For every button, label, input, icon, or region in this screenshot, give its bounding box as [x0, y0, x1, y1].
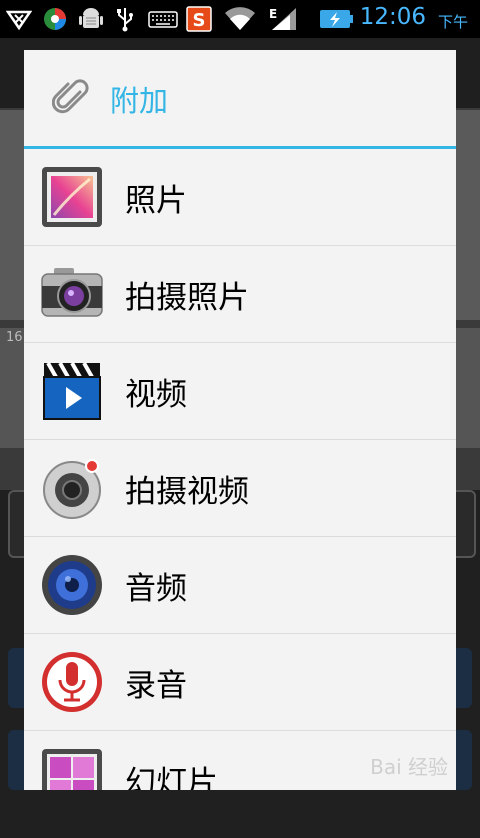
list-item-label: 录音	[125, 668, 187, 704]
video-icon	[43, 362, 101, 420]
microphone-icon	[42, 652, 102, 712]
dialog-header: 附加	[24, 50, 456, 146]
usb-icon	[117, 8, 133, 32]
svg-text:E: E	[269, 7, 277, 21]
list-item-photo[interactable]: 照片	[24, 149, 456, 246]
clock-time: 12:06	[359, 4, 426, 30]
slideshow-icon	[42, 749, 102, 790]
list-item-take-photo[interactable]: 拍摄照片	[24, 246, 456, 343]
list-item-label: 拍摄视频	[125, 474, 249, 510]
svg-text:S: S	[193, 10, 206, 31]
clock-ampm: 下午	[437, 13, 468, 31]
list-item-video[interactable]: 视频	[24, 343, 456, 440]
paperclip-icon	[52, 79, 89, 114]
android-debug-icon	[79, 8, 103, 28]
sogou-input-icon: S	[186, 6, 212, 32]
wifi-off-icon	[6, 10, 32, 31]
status-bar: S E 12:06 下午	[0, 0, 480, 38]
list-item-record-video[interactable]: 拍摄视频	[24, 440, 456, 537]
list-item-label: 照片	[125, 183, 187, 219]
wifi-icon	[225, 7, 255, 30]
gallery-icon	[42, 167, 102, 227]
list-item-label: 拍摄照片	[125, 280, 249, 316]
edge-signal-icon: E	[269, 7, 296, 30]
list-item-label: 音频	[125, 571, 187, 607]
camera-icon	[41, 268, 103, 317]
attachment-options-list: 照片 拍摄照片 视频 拍摄视频 音频 录音 幻灯片	[24, 149, 456, 790]
attach-dialog: 附加 照片 拍摄照片 视频 拍摄视频 音频 录音 幻灯片 Bai 经验	[24, 50, 456, 790]
audio-icon	[42, 555, 102, 615]
browser-icon	[44, 8, 66, 30]
list-item-label: 幻灯片	[125, 765, 218, 790]
keyboard-icon	[148, 11, 178, 28]
dialog-title: 附加	[110, 84, 169, 118]
list-item-sound-recording[interactable]: 录音	[24, 634, 456, 731]
battery-charging-icon	[320, 10, 353, 28]
watermark: Bai 经验	[370, 755, 448, 779]
camcorder-icon	[43, 459, 101, 519]
background-number: 16	[6, 330, 23, 345]
list-item-label: 视频	[125, 377, 187, 413]
list-item-audio[interactable]: 音频	[24, 537, 456, 634]
